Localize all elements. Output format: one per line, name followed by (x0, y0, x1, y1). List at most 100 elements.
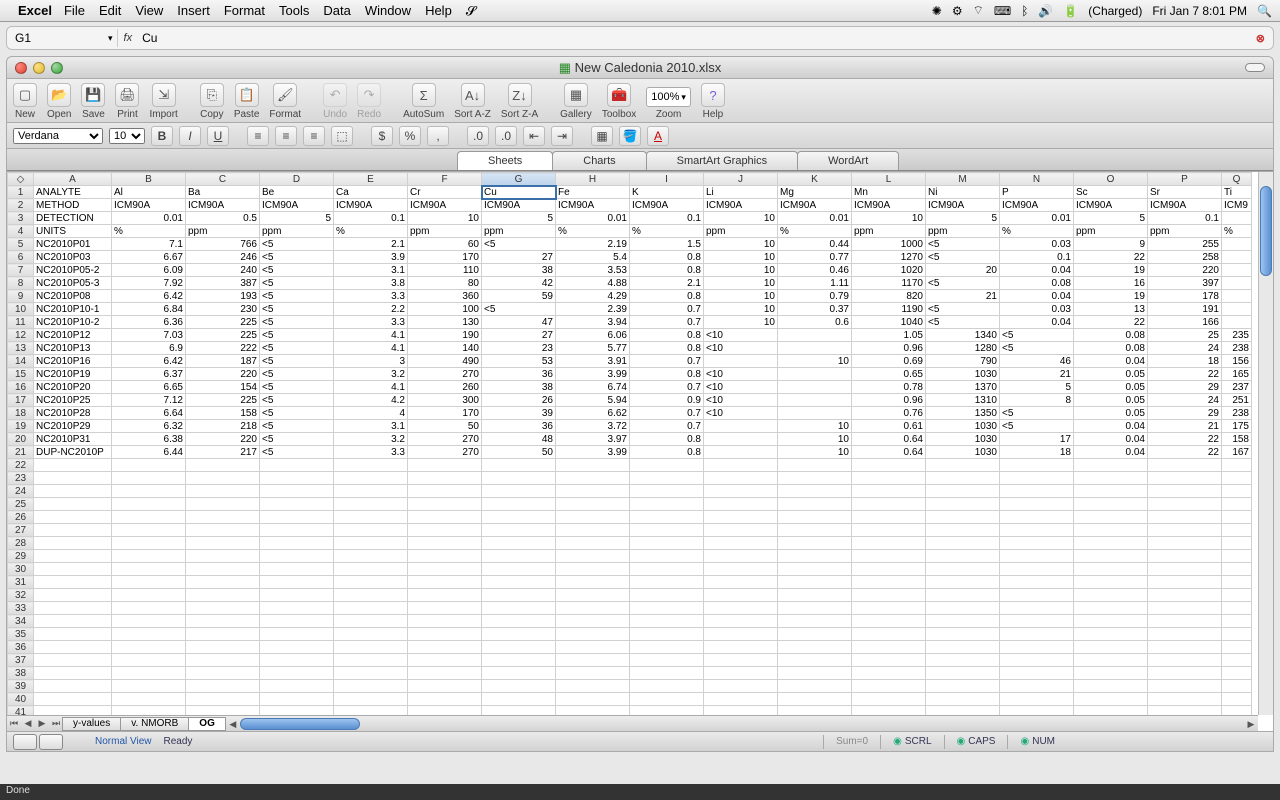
cell[interactable] (408, 680, 482, 693)
cell[interactable] (1148, 680, 1222, 693)
cell[interactable]: 1030 (926, 433, 1000, 446)
cell[interactable]: P (1000, 186, 1074, 199)
cell[interactable] (260, 654, 334, 667)
cell[interactable] (556, 641, 630, 654)
cell[interactable]: 3.2 (334, 433, 408, 446)
cell[interactable]: 48 (482, 433, 556, 446)
cell[interactable]: 1030 (926, 420, 1000, 433)
cell[interactable]: 1190 (852, 303, 926, 316)
cell[interactable] (408, 641, 482, 654)
cell[interactable] (1074, 693, 1148, 706)
cell[interactable] (334, 576, 408, 589)
cell[interactable] (556, 563, 630, 576)
cell[interactable]: NC2010P19 (34, 368, 112, 381)
row-header[interactable]: 32 (8, 589, 34, 602)
cell[interactable] (1074, 667, 1148, 680)
cell[interactable] (1222, 589, 1252, 602)
cell[interactable]: % (1222, 225, 1252, 238)
normal-view-button[interactable] (13, 734, 37, 750)
cell[interactable] (1222, 212, 1252, 225)
cell[interactable]: ppm (408, 225, 482, 238)
cell[interactable] (186, 667, 260, 680)
cell[interactable] (926, 524, 1000, 537)
cell[interactable] (852, 459, 926, 472)
cell[interactable] (334, 511, 408, 524)
column-header[interactable]: O (1074, 173, 1148, 186)
cell[interactable]: NC2010P25 (34, 394, 112, 407)
cell[interactable] (34, 693, 112, 706)
cell[interactable] (334, 498, 408, 511)
cell[interactable] (704, 628, 778, 641)
cell[interactable] (1148, 498, 1222, 511)
cell[interactable]: 7.92 (112, 277, 186, 290)
cell[interactable] (112, 693, 186, 706)
cell[interactable] (1074, 511, 1148, 524)
cell[interactable] (334, 693, 408, 706)
cell[interactable]: <5 (260, 316, 334, 329)
cell[interactable]: ppm (926, 225, 1000, 238)
save-button[interactable]: 💾 (81, 83, 105, 107)
cell[interactable] (1222, 537, 1252, 550)
row-header[interactable]: 2 (8, 199, 34, 212)
menu-tools[interactable]: Tools (279, 3, 309, 18)
cell[interactable] (112, 576, 186, 589)
cell[interactable] (1148, 654, 1222, 667)
cell[interactable]: 0.69 (852, 355, 926, 368)
cell[interactable]: 0.8 (630, 329, 704, 342)
cell[interactable]: ICM90A (482, 199, 556, 212)
cell[interactable]: <5 (926, 251, 1000, 264)
cell[interactable]: 23 (482, 342, 556, 355)
cell[interactable]: Cr (408, 186, 482, 199)
cell[interactable] (334, 641, 408, 654)
font-color-button[interactable]: A (647, 126, 669, 146)
cell[interactable]: <5 (482, 238, 556, 251)
cell[interactable]: 251 (1222, 394, 1252, 407)
cell[interactable] (1148, 615, 1222, 628)
sort-desc-button[interactable]: Z↓ (508, 83, 532, 107)
cell[interactable]: <5 (260, 420, 334, 433)
column-header[interactable]: E (334, 173, 408, 186)
cell[interactable] (334, 485, 408, 498)
cell[interactable] (630, 589, 704, 602)
cell[interactable] (1222, 563, 1252, 576)
cell[interactable]: 1030 (926, 446, 1000, 459)
cell[interactable]: 16 (1074, 277, 1148, 290)
cell[interactable] (1000, 680, 1074, 693)
menu-insert[interactable]: Insert (177, 3, 210, 18)
cell[interactable]: 22 (1074, 251, 1148, 264)
script-menu-icon[interactable]: 𝓢 (466, 3, 476, 19)
cell[interactable] (1222, 654, 1252, 667)
cell[interactable] (1222, 290, 1252, 303)
cell[interactable] (1148, 524, 1222, 537)
cell[interactable]: 0.96 (852, 394, 926, 407)
column-header[interactable]: Q (1222, 173, 1252, 186)
cell[interactable] (260, 641, 334, 654)
cell[interactable]: 10 (778, 420, 852, 433)
cell[interactable]: 18 (1148, 355, 1222, 368)
cell[interactable] (926, 680, 1000, 693)
cell[interactable]: 3.1 (334, 420, 408, 433)
cell[interactable] (112, 641, 186, 654)
font-size-select[interactable]: 10 (109, 128, 145, 144)
cell[interactable]: 0.04 (1000, 290, 1074, 303)
cell[interactable] (334, 680, 408, 693)
cell[interactable] (704, 511, 778, 524)
row-header[interactable]: 21 (8, 446, 34, 459)
cell[interactable]: Ni (926, 186, 1000, 199)
cell[interactable] (852, 680, 926, 693)
row-header[interactable]: 11 (8, 316, 34, 329)
cell[interactable]: 5 (482, 212, 556, 225)
cell[interactable]: <5 (926, 303, 1000, 316)
column-header[interactable]: H (556, 173, 630, 186)
cell[interactable]: ppm (260, 225, 334, 238)
cell[interactable] (630, 602, 704, 615)
cell[interactable]: 18 (1000, 446, 1074, 459)
cell[interactable]: 7.1 (112, 238, 186, 251)
cell[interactable] (926, 472, 1000, 485)
cell[interactable] (630, 628, 704, 641)
cell[interactable]: 42 (482, 277, 556, 290)
cell[interactable] (926, 667, 1000, 680)
cell[interactable]: 6.67 (112, 251, 186, 264)
cell[interactable] (778, 693, 852, 706)
cell[interactable] (260, 589, 334, 602)
